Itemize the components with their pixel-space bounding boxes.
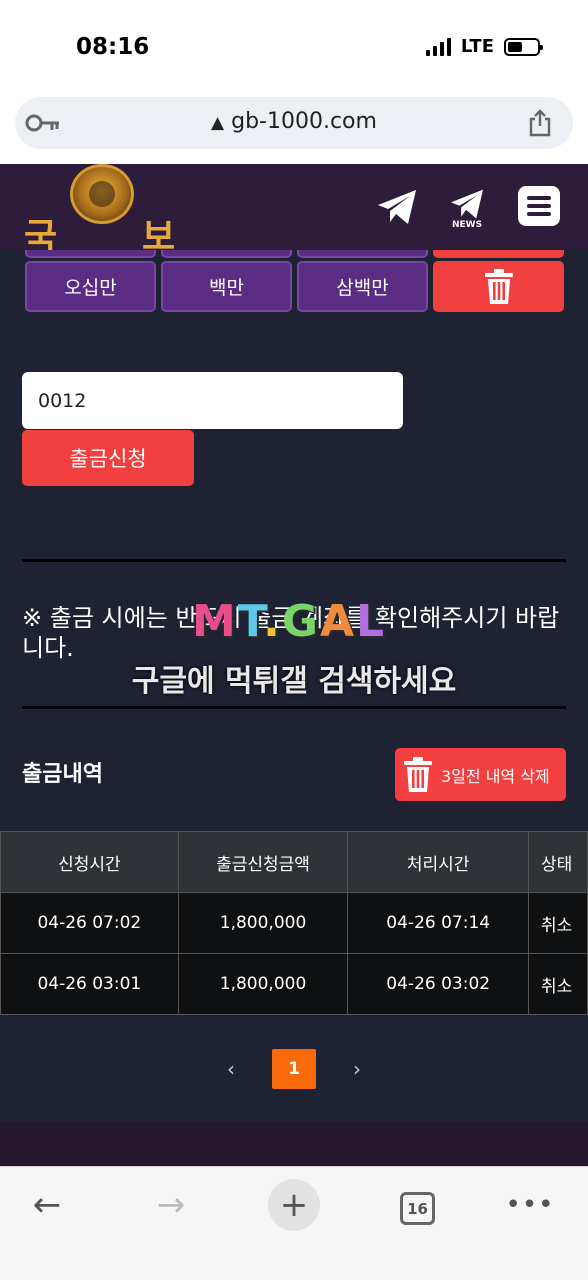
amount-button-partial[interactable] [433,250,564,258]
current-page-button[interactable]: 1 [272,1049,316,1089]
network-label: LTE [460,36,494,57]
telegram-icon[interactable] [376,188,418,226]
hamburger-menu-icon[interactable] [518,186,560,226]
new-tab-plus-icon[interactable]: + [268,1179,320,1231]
history-title: 출금내역 [22,762,103,787]
amount-button-partial[interactable] [25,250,156,258]
status-indicators: LTE [425,36,543,57]
battery-icon [504,37,543,56]
table-header-row: 신청시간 출금신청금액 처리시간 상태 [0,831,588,893]
column-header: 출금신청금액 [177,831,349,893]
url-text: gb-1000.com [231,109,377,134]
watermark-logo: MT.GAL [192,596,387,647]
browser-url-area: ▲ gb-1000.com [0,92,588,164]
processed-time-cell: 04-26 03:02 [347,953,530,1015]
withdraw-history-table: 신청시간 출금신청금액 처리시간 상태 04-26 07:02 1,800,00… [0,831,588,1015]
divider [22,706,566,709]
amount-button-partial[interactable] [161,250,292,258]
column-header: 신청시간 [0,831,179,893]
amount-500k-button[interactable]: 오십만 [25,261,156,312]
address-bar[interactable]: ▲ gb-1000.com [15,97,573,149]
column-header: 상태 [528,831,588,893]
trash-icon [484,268,513,304]
share-icon[interactable] [527,109,553,137]
status-cell: 취소 [528,892,588,954]
more-options-icon[interactable]: ••• [506,1179,554,1231]
amount-cell: 1,800,000 [177,953,349,1015]
back-arrow-icon[interactable]: ← [22,1179,72,1231]
delete-old-history-button[interactable]: 3일전 내역 삭제 [395,748,566,801]
watermark-text: 구글에 먹튀갤 검색하세요 [131,664,457,699]
news-label: NEWS [452,220,483,230]
warning-icon: ▲ [211,113,225,133]
requested-time-cell: 04-26 07:02 [0,892,179,954]
status-cell: 취소 [528,953,588,1015]
site-footer [0,1122,588,1166]
amount-3m-button[interactable]: 삼백만 [297,261,428,312]
withdraw-amount-input[interactable] [22,372,403,429]
amount-button-partial[interactable] [297,250,428,258]
trash-icon [404,756,432,792]
withdraw-request-button[interactable]: 출금신청 [22,430,194,486]
processed-time-cell: 04-26 07:14 [347,892,530,954]
column-header: 처리시간 [347,831,530,893]
forward-arrow-icon[interactable]: → [146,1179,196,1231]
amount-cell: 1,800,000 [177,892,349,954]
signal-icon [425,37,451,56]
delete-old-history-label: 3일전 내역 삭제 [441,766,550,786]
requested-time-cell: 04-26 03:01 [0,953,179,1015]
telegram-news-icon[interactable] [448,188,486,220]
table-row: 04-26 03:01 1,800,000 04-26 03:02 취소 [0,953,588,1015]
divider [22,559,566,562]
site-header: 국 보 NEWS [0,164,588,258]
status-bar: 08:16 LTE [0,0,588,92]
tiger-emblem-icon[interactable] [70,164,134,224]
clear-amount-button[interactable] [433,261,564,312]
next-page-button[interactable]: › [337,1049,377,1089]
url-display[interactable]: ▲ gb-1000.com [15,109,573,134]
status-time: 08:16 [76,34,150,60]
prev-page-button[interactable]: ‹ [211,1049,251,1089]
amount-1m-button[interactable]: 백만 [161,261,292,312]
tabs-count-icon[interactable]: 16 [400,1192,435,1225]
table-row: 04-26 07:02 1,800,000 04-26 07:14 취소 [0,892,588,954]
browser-toolbar: ← → + 16 ••• [0,1166,588,1280]
